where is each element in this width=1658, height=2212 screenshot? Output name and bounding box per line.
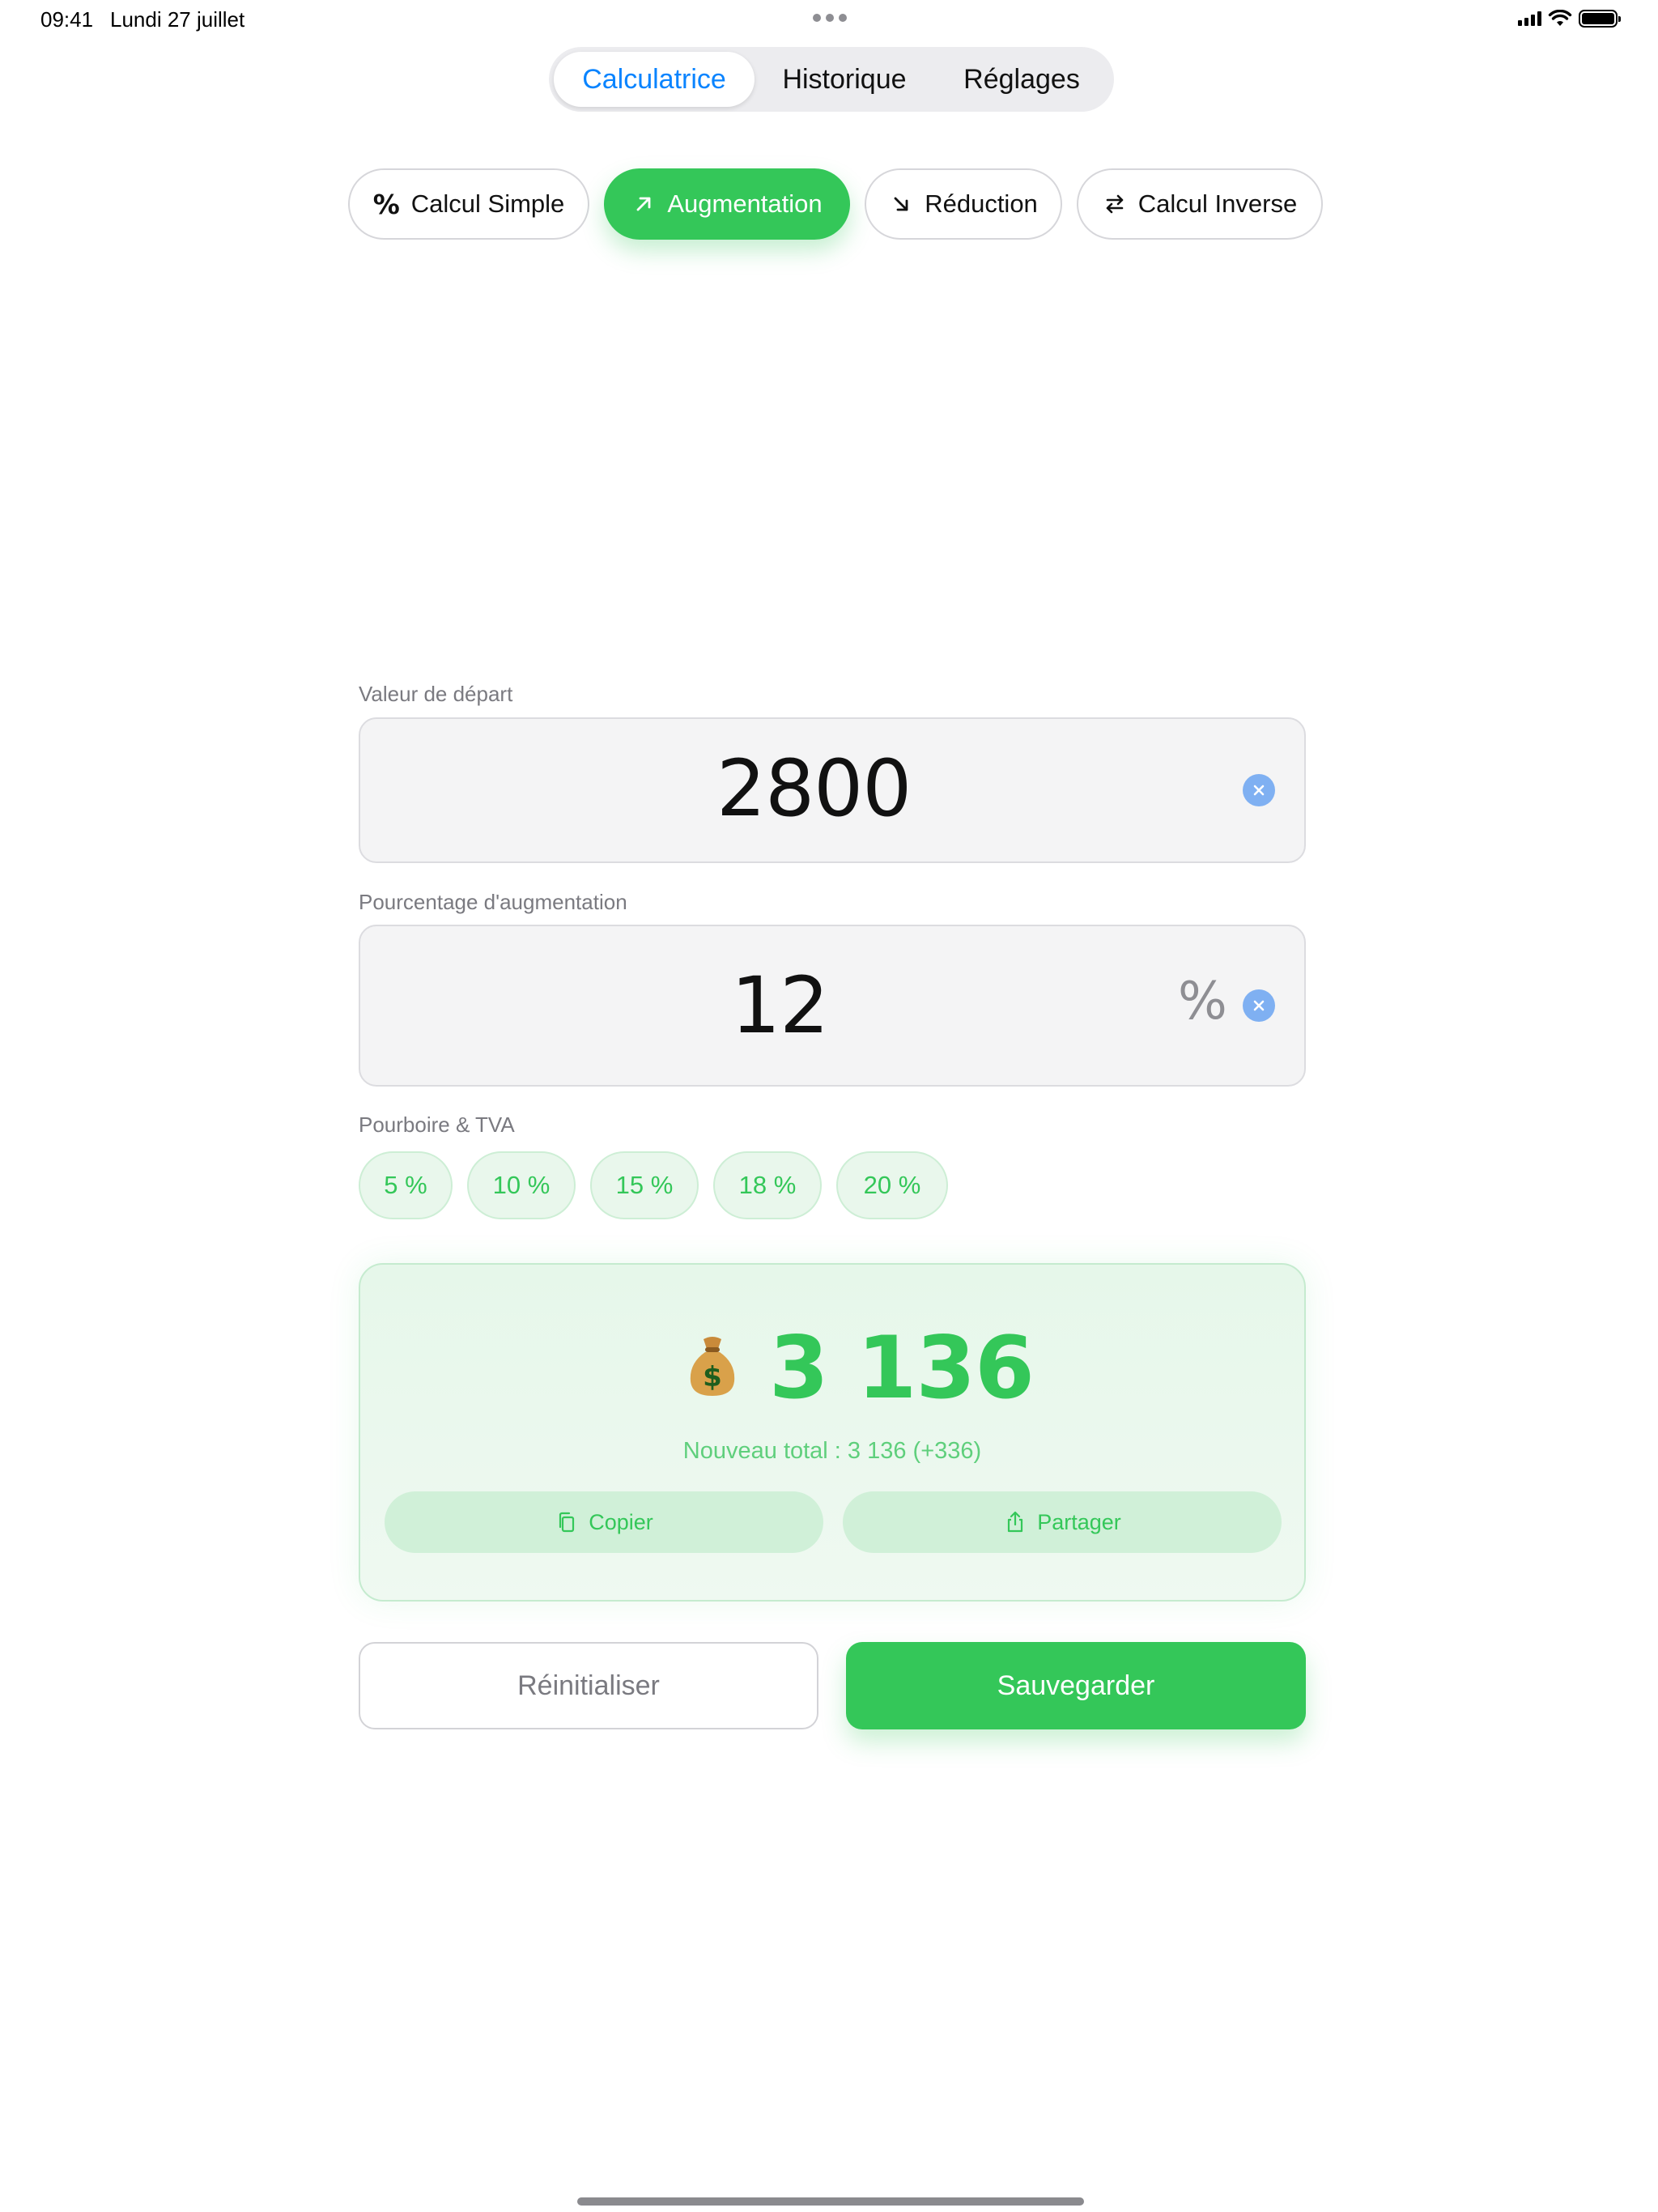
mode-selector: % Calcul Simple Augmentation Réduction C… — [348, 168, 1323, 240]
status-bar: 09:41 Lundi 27 juillet — [0, 0, 1658, 39]
start-value-input[interactable]: 2800 — [716, 743, 912, 834]
status-time: 09:41 — [40, 7, 94, 32]
preset-20-button[interactable]: 20 % — [836, 1151, 948, 1219]
start-value-label: Valeur de départ — [359, 682, 513, 706]
percent-field[interactable]: 12 % — [359, 925, 1306, 1087]
preset-5-button[interactable]: 5 % — [359, 1151, 453, 1219]
share-label: Partager — [1037, 1509, 1121, 1534]
multitasking-dots-icon[interactable] — [813, 14, 847, 22]
result-value: 3 136 — [769, 1318, 1035, 1418]
mode-label: Calcul Simple — [410, 189, 565, 218]
mode-label: Calcul Inverse — [1137, 189, 1298, 218]
percent-unit: % — [1178, 972, 1227, 1032]
result-caption: Nouveau total : 3 136 (+336) — [682, 1438, 982, 1464]
mode-label: Réduction — [925, 189, 1038, 218]
copy-button[interactable]: Copier — [385, 1491, 823, 1553]
copy-label: Copier — [589, 1509, 653, 1534]
result-card: $ 3 136 Nouveau total : 3 136 (+336) Cop… — [359, 1263, 1306, 1602]
presets-label: Pourboire & TVA — [359, 1112, 515, 1137]
swap-arrows-icon — [1106, 194, 1124, 214]
mode-calcul-inverse-button[interactable]: Calcul Inverse — [1077, 168, 1323, 240]
tab-reglages[interactable]: Réglages — [934, 52, 1109, 107]
tab-historique[interactable]: Historique — [755, 52, 934, 107]
close-icon — [1253, 1000, 1265, 1011]
mode-augmentation-button[interactable]: Augmentation — [604, 168, 850, 240]
status-icons — [1518, 10, 1621, 28]
preset-18-button[interactable]: 18 % — [713, 1151, 822, 1219]
reset-button[interactable]: Réinitialiser — [359, 1642, 818, 1729]
preset-15-button[interactable]: 15 % — [590, 1151, 699, 1219]
main-tab-bar: Calculatrice Historique Réglages — [549, 47, 1114, 112]
percent-input[interactable]: 12 — [731, 960, 829, 1051]
mode-reduction-button[interactable]: Réduction — [865, 168, 1062, 240]
preset-chips: 5 % 10 % 15 % 18 % 20 % — [359, 1151, 948, 1219]
battery-icon — [1579, 10, 1621, 28]
svg-text:$: $ — [703, 1361, 722, 1393]
close-icon — [1253, 785, 1265, 796]
cellular-signal-icon — [1518, 11, 1541, 26]
percent-label: Pourcentage d'augmentation — [359, 890, 627, 914]
arrow-up-right-icon — [636, 197, 651, 211]
share-button[interactable]: Partager — [843, 1491, 1282, 1553]
status-date: Lundi 27 juillet — [110, 7, 245, 32]
clear-start-value-button[interactable] — [1243, 774, 1275, 806]
percent-icon: % — [372, 188, 400, 220]
preset-10-button[interactable]: 10 % — [467, 1151, 576, 1219]
mode-calcul-simple-button[interactable]: % Calcul Simple — [348, 168, 589, 240]
start-value-field[interactable]: 2800 — [359, 717, 1306, 863]
save-button[interactable]: Sauvegarder — [846, 1642, 1306, 1729]
tab-calculatrice[interactable]: Calculatrice — [554, 52, 755, 107]
arrow-down-right-icon — [894, 197, 908, 211]
clear-percent-button[interactable] — [1243, 989, 1275, 1022]
money-bag-icon: $ — [690, 1337, 735, 1396]
copy-icon — [559, 1512, 575, 1533]
mode-label: Augmentation — [667, 189, 823, 218]
home-indicator[interactable] — [577, 2197, 1084, 2206]
wifi-icon — [1548, 10, 1572, 26]
share-icon — [1008, 1511, 1023, 1533]
